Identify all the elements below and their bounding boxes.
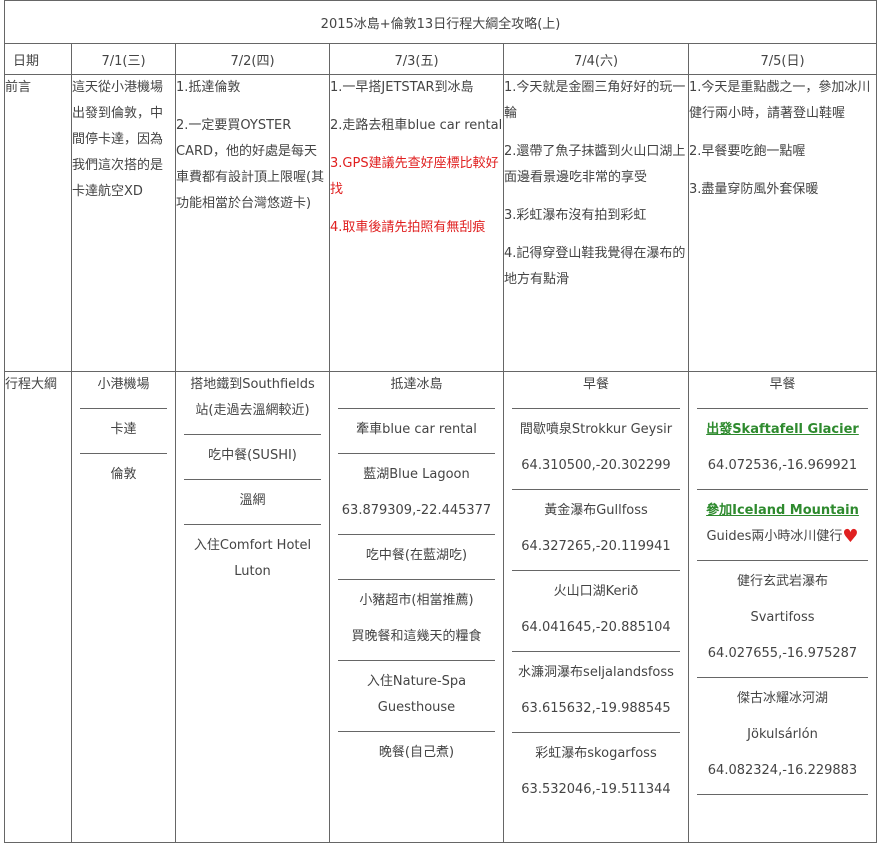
schedule-item: 牽車blue car rental [356,422,477,437]
intro-text: 1.今天就是金圈三角好好的玩一輪 [504,80,686,121]
place-name: 彩虹瀑布skogarfoss [535,746,657,761]
day-header-2: 7/2(四) [175,43,330,75]
schedule-item: 入住Comfort Hotel Luton [193,538,312,579]
schedule-item: 出發Skaftafell Glacier 64.072536,-16.96992… [697,409,868,489]
schedule-day-5: 早餐 出發Skaftafell Glacier 64.072536,-16.96… [687,371,878,843]
intro-label: 前言 [4,74,72,372]
schedule-day-4: 早餐 間歇噴泉Strokkur Geysir 64.310500,-20.302… [503,371,689,843]
place-name: 傑古冰耀冰河湖 [737,691,829,706]
tour-note-text: Guides兩小時冰川健行 [706,529,843,544]
intro-day-1: 這天從小港機場出發到倫敦，中間停卡達，因為我們這次搭的是卡達航空XD [71,74,176,372]
schedule-item: 入住Nature-Spa Guesthouse [366,674,467,715]
intro-warning-text: 4.取車後請先拍照有無刮痕 [330,220,486,235]
schedule-item: 水濂洞瀑布seljalandsfoss 63.615632,-19.988545 [512,652,680,732]
schedule-item: 抵達冰島 [390,377,443,392]
schedule-label: 行程大綱 [4,371,72,843]
coordinates: 63.879309,-22.445377 [341,503,492,518]
intro-text: 3.盡量穿防風外套保暖 [689,182,819,197]
schedule-item: 早餐 [582,377,609,392]
intro-text: 2.走路去租車blue car rental [330,118,503,133]
day-header-3: 7/3(五) [329,43,504,75]
schedule-day-3: 抵達冰島 牽車blue car rental 藍湖Blue Lagoon 63.… [329,371,504,843]
skaftafell-link[interactable]: 出發Skaftafell Glacier [697,417,868,443]
schedule-item: 晚餐(自己煮) [378,745,455,760]
schedule-item: 黃金瀑布Gullfoss 64.327265,-20.119941 [512,490,680,570]
schedule-item: 火山口湖Kerið 64.041645,-20.885104 [512,571,680,651]
intro-text: 3.彩虹瀑布沒有拍到彩虹 [504,208,647,223]
intro-text: 這天從小港機場出發到倫敦，中間停卡達，因為我們這次搭的是卡達航空XD [72,80,164,199]
intro-text: 1.抵達倫敦 [176,80,241,95]
schedule-item: 卡達 [110,422,137,437]
intro-text: 1.一早搭JETSTAR到冰島 [330,80,474,95]
place-name: 黃金瀑布Gullfoss [544,503,648,518]
intro-text: 4.記得穿登山鞋我覺得在瀑布的地方有點滑 [504,246,686,287]
schedule-item: 小豬超市(相當推薦) 買晚餐和這幾天的糧食 [338,580,495,660]
schedule-item: 參加Iceland Mountain Guides兩小時冰川健行♥ [697,490,868,560]
divider [697,794,869,795]
place-name: 水濂洞瀑布seljalandsfoss [518,665,674,680]
place-name: 藍湖Blue Lagoon [363,467,470,482]
coordinates: 63.615632,-19.988545 [521,701,671,716]
day-header-1: 7/1(三) [71,43,176,75]
place-name: 小豬超市(相當推薦) [359,593,474,608]
schedule-item: 吃中餐(在藍湖吃) [365,548,468,563]
table-title: 2015冰島+倫敦13日行程大綱全攻略(上) [3,0,878,44]
note: 買晚餐和這幾天的糧食 [351,629,482,644]
schedule-item: 小港機場 [97,377,150,392]
schedule-item: 搭地鐵到Southfields站(走過去溫網較近) [190,377,315,418]
schedule-day-2: 搭地鐵到Southfields站(走過去溫網較近) 吃中餐(SUSHI) 溫網 … [175,371,330,843]
schedule-item: 傑古冰耀冰河湖 Jökulsárlón 64.082324,-16.229883 [697,678,868,794]
intro-text: 2.還帶了魚子抹醬到火山口湖上面邊看景邊吃非常的享受 [504,144,686,185]
schedule-item: 吃中餐(SUSHI) [208,448,297,463]
coordinates: 64.327265,-20.119941 [521,539,671,554]
schedule-item: 藍湖Blue Lagoon 63.879309,-22.445377 [338,454,495,534]
intro-warning-text: 3.GPS建議先查好座標比較好找 [330,156,499,197]
intro-day-5: 1.今天是重點戲之一，參加冰川健行兩小時，請著登山鞋喔 2.早餐要吃飽一點喔 3… [687,74,878,372]
day-header-5: 7/5(日) [687,43,878,75]
schedule-item: 早餐 [769,377,796,392]
place-name: 間歇噴泉Strokkur Geysir [519,422,673,437]
day-header-4: 7/4(六) [503,43,689,75]
coordinates: 64.027655,-16.975287 [707,646,858,661]
place-name: 健行玄武岩瀑布 [737,574,829,589]
coordinates: 64.310500,-20.302299 [521,458,671,473]
intro-text: 1.今天是重點戲之一，參加冰川健行兩小時，請著登山鞋喔 [689,80,871,121]
intro-day-4: 1.今天就是金圈三角好好的玩一輪 2.還帶了魚子抹醬到火山口湖上面邊看景邊吃非常… [503,74,689,372]
intro-day-2: 1.抵達倫敦 2.一定要買OYSTER CARD，他的好處是每天車費都有設計頂上… [175,74,330,372]
schedule-item: 彩虹瀑布skogarfoss 63.532046,-19.511344 [512,733,680,813]
coordinates: 64.072536,-16.969921 [707,458,858,473]
iceland-mountain-guides-link[interactable]: 參加Iceland Mountain [697,498,868,524]
place-name: Jökulsárlón [747,727,818,742]
schedule-item: 健行玄武岩瀑布 Svartifoss 64.027655,-16.975287 [697,561,868,677]
itinerary-table: 2015冰島+倫敦13日行程大綱全攻略(上) 日期 7/1(三) 7/2(四) … [3,0,878,843]
schedule-item: 倫敦 [110,467,137,482]
intro-text: 2.一定要買OYSTER CARD，他的好處是每天車費都有設計頂上限喔(其功能相… [176,118,325,211]
intro-text: 2.早餐要吃飽一點喔 [689,144,806,159]
schedule-item: 溫網 [239,493,266,508]
heart-icon: ♥ [842,526,859,547]
schedule-day-1: 小港機場 卡達 倫敦 [71,371,176,843]
date-header: 日期 [4,43,72,75]
schedule-item: 間歇噴泉Strokkur Geysir 64.310500,-20.302299 [512,409,680,489]
place-name: 火山口湖Kerið [553,584,639,599]
coordinates: 63.532046,-19.511344 [521,782,671,797]
intro-day-3: 1.一早搭JETSTAR到冰島 2.走路去租車blue car rental 3… [329,74,504,372]
place-name: Svartifoss [750,610,815,625]
coordinates: 64.082324,-16.229883 [707,763,858,778]
tour-note: Guides兩小時冰川健行♥ [697,524,868,550]
coordinates: 64.041645,-20.885104 [521,620,671,635]
